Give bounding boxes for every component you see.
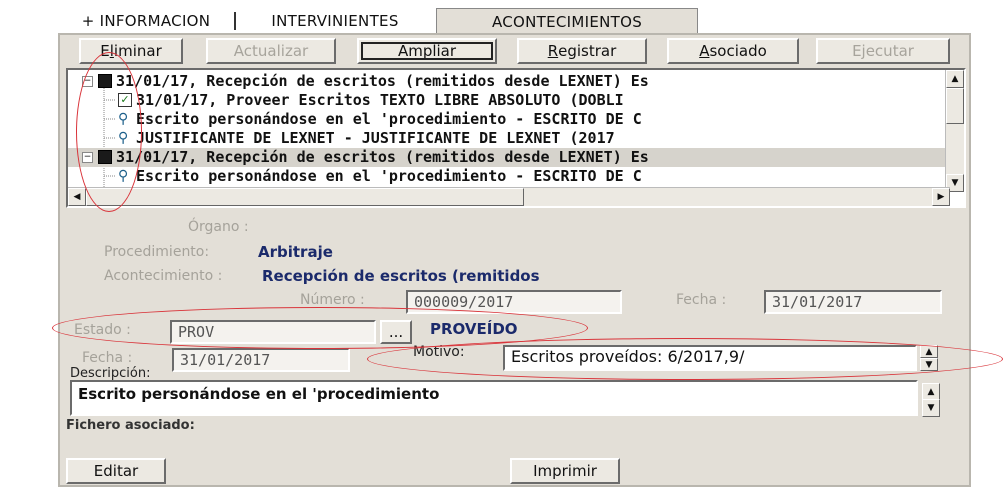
tree-item-label: 31/01/17, Recepción de escritos (remitid…	[116, 148, 649, 166]
organo-label: Órgano :	[188, 219, 249, 235]
acontecimiento-value: Recepción de escritos (remitidos	[262, 267, 540, 285]
ejecutar-button[interactable]: Ejecutar	[816, 38, 950, 64]
horizontal-scroll-thumb[interactable]	[86, 188, 524, 206]
tab-separator	[234, 12, 236, 30]
scroll-right-arrow-icon[interactable]: ▶	[932, 188, 950, 206]
registrar-button[interactable]: Registrar	[517, 38, 647, 64]
tree-item-label: 31/01/17, Proveer Escritos TEXTO LIBRE A…	[136, 91, 624, 109]
scroll-left-arrow-icon[interactable]: ◀	[68, 188, 86, 206]
vertical-scroll-thumb[interactable]	[946, 88, 964, 124]
tree-item-label: Escrito personándose en el 'procedimient…	[136, 110, 642, 128]
actualizar-button[interactable]: Actualizar	[206, 38, 336, 64]
tree-item[interactable]: −31/01/17, Recepción de escritos (remiti…	[68, 148, 948, 167]
descripcion-field[interactable]: Escrito personándose en el 'procedimient…	[70, 380, 918, 416]
tree-item[interactable]: −31/01/17, Recepción de escritos (remiti…	[68, 72, 948, 91]
procedimiento-label: Procedimiento:	[104, 244, 210, 260]
tab-intervinientes[interactable]: INTERVINIENTES	[240, 10, 430, 32]
descripcion-label: Descripción:	[70, 366, 151, 381]
tree-item-label: JUSTIFICANTE DE LEXNET - JUSTIFICANTE DE…	[136, 129, 615, 147]
annotation-oval-motivo	[367, 338, 1003, 380]
procedimiento-value: Arbitraje	[258, 243, 333, 261]
tree-item[interactable]: ⚲ Escrito personándose en el 'procedimien…	[68, 167, 948, 186]
asociado-button[interactable]: Asociado	[667, 38, 799, 64]
tree-item[interactable]: ⚲ Escrito personándose en el 'procedimien…	[68, 110, 948, 129]
fecha-label: Fecha :	[676, 292, 727, 308]
registrar-label: egistrar	[558, 42, 617, 60]
fichero-asociado-label: Fichero asociado:	[66, 418, 195, 433]
tree-item[interactable]: ⚲JUSTIFICANTE DE LEXNET - JUSTIFICANTE D…	[68, 129, 948, 148]
fecha-field[interactable]: 31/01/2017	[764, 290, 942, 314]
imprimir-button[interactable]: Imprimir	[510, 458, 620, 484]
fecha-estado-field[interactable]: 31/01/2017	[172, 348, 350, 372]
ampliar-button[interactable]: Ampliar	[357, 38, 497, 64]
descripcion-scroll-down-icon[interactable]: ▼	[922, 399, 940, 417]
acontecimiento-label: Acontecimiento :	[104, 268, 223, 284]
tree-item[interactable]: ✓ 31/01/17, Proveer Escritos TEXTO LIBRE …	[68, 91, 948, 110]
tab-informacion[interactable]: + INFORMACION	[58, 10, 234, 32]
registrar-mnemonic: R	[547, 42, 559, 60]
fecha-estado-label: Fecha :	[82, 350, 133, 366]
tree-item-label: 31/01/17, Recepción de escritos (remitid…	[116, 72, 649, 90]
editar-button[interactable]: Editar	[66, 458, 166, 484]
acontecimientos-window: + INFORMACION INTERVINIENTES ACONTECIMIE…	[0, 0, 1007, 499]
annotation-oval-tree-icons	[76, 52, 142, 212]
vertical-scrollbar[interactable]: ▲ ▼	[945, 70, 964, 192]
tree-item-label: Escrito personándose en el 'procedimient…	[136, 167, 642, 185]
scroll-up-arrow-icon[interactable]: ▲	[946, 70, 964, 88]
asociado-label: sociado	[709, 42, 767, 60]
acontecimientos-tree[interactable]: −31/01/17, Recepción de escritos (remiti…	[66, 68, 966, 208]
horizontal-scrollbar[interactable]: ◀ ▶	[68, 187, 950, 206]
tab-acontecimientos[interactable]: ACONTECIMIENTOS	[436, 8, 698, 35]
asociado-mnemonic: A	[699, 42, 710, 60]
numero-label: Número :	[300, 292, 365, 308]
